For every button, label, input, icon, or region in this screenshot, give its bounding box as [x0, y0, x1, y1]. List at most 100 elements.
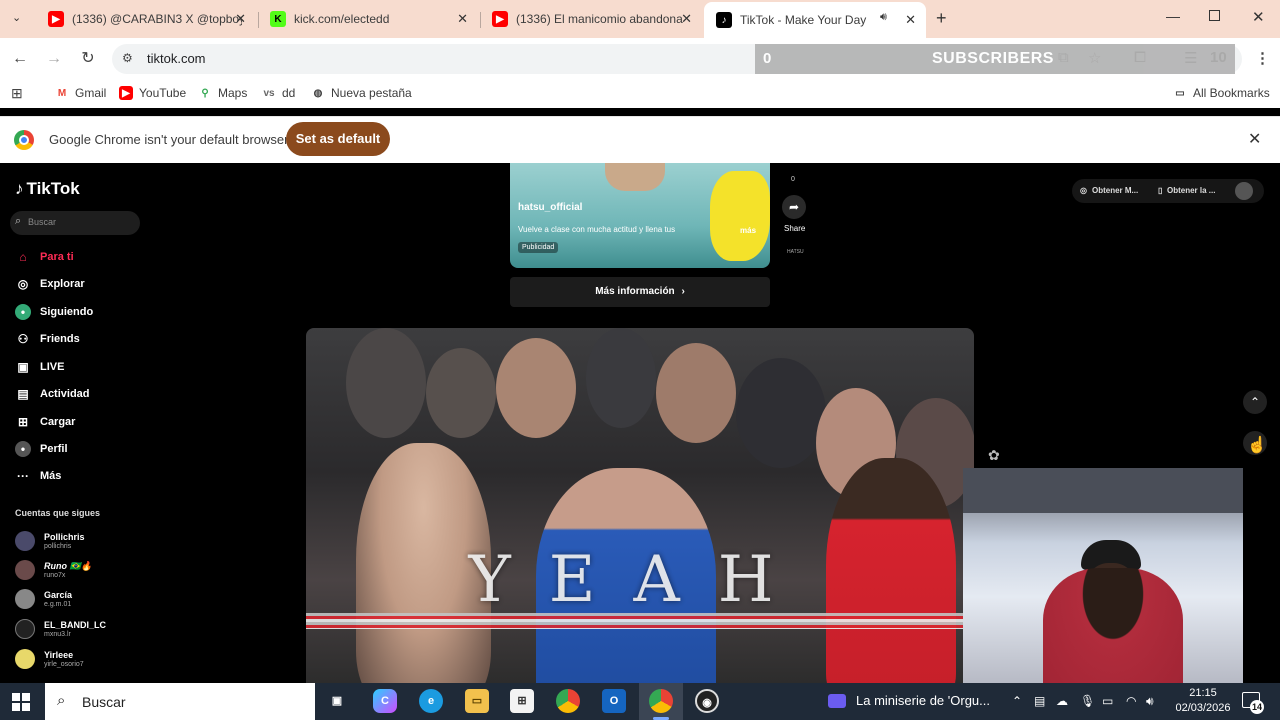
bookmark-gmail[interactable]: M Gmail [55, 86, 107, 100]
get-app-icon: ◎ [1080, 186, 1087, 195]
close-icon[interactable]: ✕ [235, 11, 246, 27]
forward-icon[interactable]: → [43, 48, 65, 70]
share-icon[interactable]: ➦ [782, 195, 806, 219]
now-playing-widget[interactable]: La miniserie de 'Orgu... [828, 693, 990, 708]
chevron-up-icon[interactable]: ⌃ [1012, 694, 1022, 708]
taskbar-search[interactable]: ⌕ Buscar [45, 683, 315, 720]
reload-icon[interactable]: ↻ [77, 48, 99, 70]
account-item[interactable]: Pollichris pollichris [15, 531, 85, 551]
crowd-figure [736, 358, 826, 468]
chrome-active-icon[interactable] [649, 689, 673, 713]
copilot-icon[interactable]: C [373, 689, 397, 713]
back-icon[interactable]: ← [9, 48, 31, 70]
crowd-figure [586, 328, 656, 428]
nav-mas[interactable]: ··· Más [15, 468, 61, 484]
friends-icon: ⚇ [17, 332, 29, 346]
media-icon [828, 693, 846, 708]
tiktok-icon: ♪ [716, 12, 732, 28]
account-item[interactable]: Runo 🇧🇷🔥 runo7x [15, 560, 92, 580]
main-video[interactable]: YEAH [306, 328, 974, 683]
nav-actividad[interactable]: ▤ Actividad [15, 386, 89, 402]
window-close-icon[interactable]: ✕ [1252, 8, 1265, 26]
avatar[interactable] [1235, 182, 1253, 200]
ad-more-link[interactable]: más [740, 226, 756, 235]
ad-handle[interactable]: hatsu_official [518, 202, 582, 213]
apps-grid-icon[interactable]: ⊞ [11, 85, 23, 102]
nav-live[interactable]: ▣ LIVE [15, 359, 64, 375]
tray-app-icon[interactable]: ▤ [1034, 694, 1045, 708]
search-input[interactable]: ⌕ Buscar [10, 211, 140, 235]
volume-icon[interactable]: 🔊︎ [1146, 694, 1154, 709]
minimize-icon[interactable]: — [1166, 8, 1180, 24]
nav-friends[interactable]: ⚇ Friends [15, 331, 80, 347]
edge-icon[interactable]: e [419, 689, 443, 713]
tab-search-dropdown-icon[interactable]: ⌄ [12, 11, 21, 24]
battery-icon[interactable]: ▭ [1102, 694, 1113, 708]
microphone-icon[interactable]: 🎙︎ [1080, 694, 1095, 708]
get-app-button[interactable]: Obtener M... [1092, 186, 1138, 195]
obs-icon[interactable]: ◉ [695, 689, 719, 713]
more-info-label: Más información [595, 286, 675, 297]
avatar [15, 619, 35, 639]
speaker-icon[interactable]: 🔊︎ [880, 11, 887, 24]
gmail-icon: M [57, 87, 67, 99]
nav-para-ti[interactable]: ⌂ Para ti [15, 249, 73, 265]
ad-mascot [710, 171, 770, 261]
close-icon[interactable]: ✕ [905, 12, 916, 28]
notification-count[interactable]: 14 [1250, 700, 1264, 714]
ad-video-card[interactable]: hatsu_official Vuelve a clase con mucha … [510, 163, 770, 268]
close-icon[interactable]: ✕ [681, 11, 692, 27]
nav-explorar[interactable]: ◎ Explorar [15, 276, 85, 292]
set-default-button[interactable]: Set as default [286, 122, 390, 156]
home-icon: ⌂ [19, 250, 27, 264]
tab-youtube-manicomio[interactable]: ▶ (1336) El manicomio abandona ✕ [480, 4, 702, 34]
url-text[interactable]: tiktok.com [147, 51, 206, 66]
profile-icon: • [15, 441, 31, 457]
close-icon[interactable]: ✕ [1248, 129, 1261, 149]
taskbar-clock[interactable]: 21:15 02/03/2026 [1172, 686, 1234, 716]
get-app-mobile-button[interactable]: Obtener la ... [1167, 186, 1215, 195]
scroll-up-button[interactable]: ⌃ [1243, 390, 1267, 414]
nav-siguiendo[interactable]: • Siguiendo [15, 304, 93, 320]
chrome-icon[interactable] [556, 689, 580, 713]
bookmark-youtube[interactable]: ▶ YouTube [119, 86, 186, 100]
kick-icon: K [270, 11, 286, 27]
bookmark-new-tab[interactable]: ◍ Nueva pestaña [311, 86, 412, 100]
bookmark-maps[interactable]: ⚲ Maps [198, 86, 247, 100]
clock-time: 21:15 [1189, 687, 1217, 699]
wifi-icon[interactable]: ◠ [1126, 694, 1136, 708]
more-info-button[interactable]: Más información › [510, 277, 770, 307]
restore-icon[interactable] [1209, 10, 1220, 21]
account-item[interactable]: García e.g.m.01 [15, 589, 72, 609]
nav-cargar[interactable]: ⊞ Cargar [15, 414, 76, 430]
account-item[interactable]: EL_BANDI_LC mxnu3.lr [15, 619, 106, 639]
windows-start-icon[interactable] [12, 693, 30, 711]
store-icon[interactable]: ⊞ [510, 689, 534, 713]
get-app-bar: ◎ Obtener M... ▯ Obtener la ... [1072, 179, 1264, 203]
file-explorer-icon[interactable]: ▭ [465, 689, 489, 713]
task-view-icon[interactable]: ▣ [325, 689, 349, 713]
menu-icon[interactable]: ⋮ [1255, 49, 1270, 67]
tab-strip: ⌄ ▶ (1336) @CARABIN3 X @topboy ✕ K kick.… [0, 0, 1280, 38]
ad-description: Vuelve a clase con mucha actitud y llena… [518, 225, 676, 234]
live-icon: ▣ [17, 360, 29, 374]
tab-youtube-carabin[interactable]: ▶ (1336) @CARABIN3 X @topboy ✕ [36, 4, 256, 34]
nav-perfil[interactable]: • Perfil [15, 441, 68, 457]
site-info-icon[interactable]: ⚙ [122, 51, 133, 65]
outlook-icon[interactable]: O [602, 689, 626, 713]
tab-label: TikTok - Make Your Day [740, 13, 867, 27]
subscriber-label: SUBSCRIBERS [932, 50, 1054, 67]
bookmark-dd[interactable]: vs dd [262, 86, 295, 100]
ad-count: 0 [791, 176, 795, 183]
account-username: runo7x [44, 571, 66, 579]
tab-kick[interactable]: K kick.com/electedd ✕ [258, 4, 478, 34]
onedrive-icon[interactable]: ☁ [1056, 694, 1068, 708]
tab-label: kick.com/electedd [294, 12, 390, 26]
account-item[interactable]: Yirleee yirle_osorio7 [15, 649, 84, 669]
new-tab-icon[interactable]: + [936, 8, 947, 29]
tab-tiktok[interactable]: ♪ TikTok - Make Your Day 🔊︎ ✕ [704, 2, 926, 38]
close-icon[interactable]: ✕ [457, 11, 468, 27]
taskbar-search-placeholder: Buscar [82, 694, 126, 710]
all-bookmarks[interactable]: ▭ All Bookmarks [1173, 86, 1269, 100]
tiktok-logo[interactable]: ♪ TikTok [15, 179, 80, 199]
